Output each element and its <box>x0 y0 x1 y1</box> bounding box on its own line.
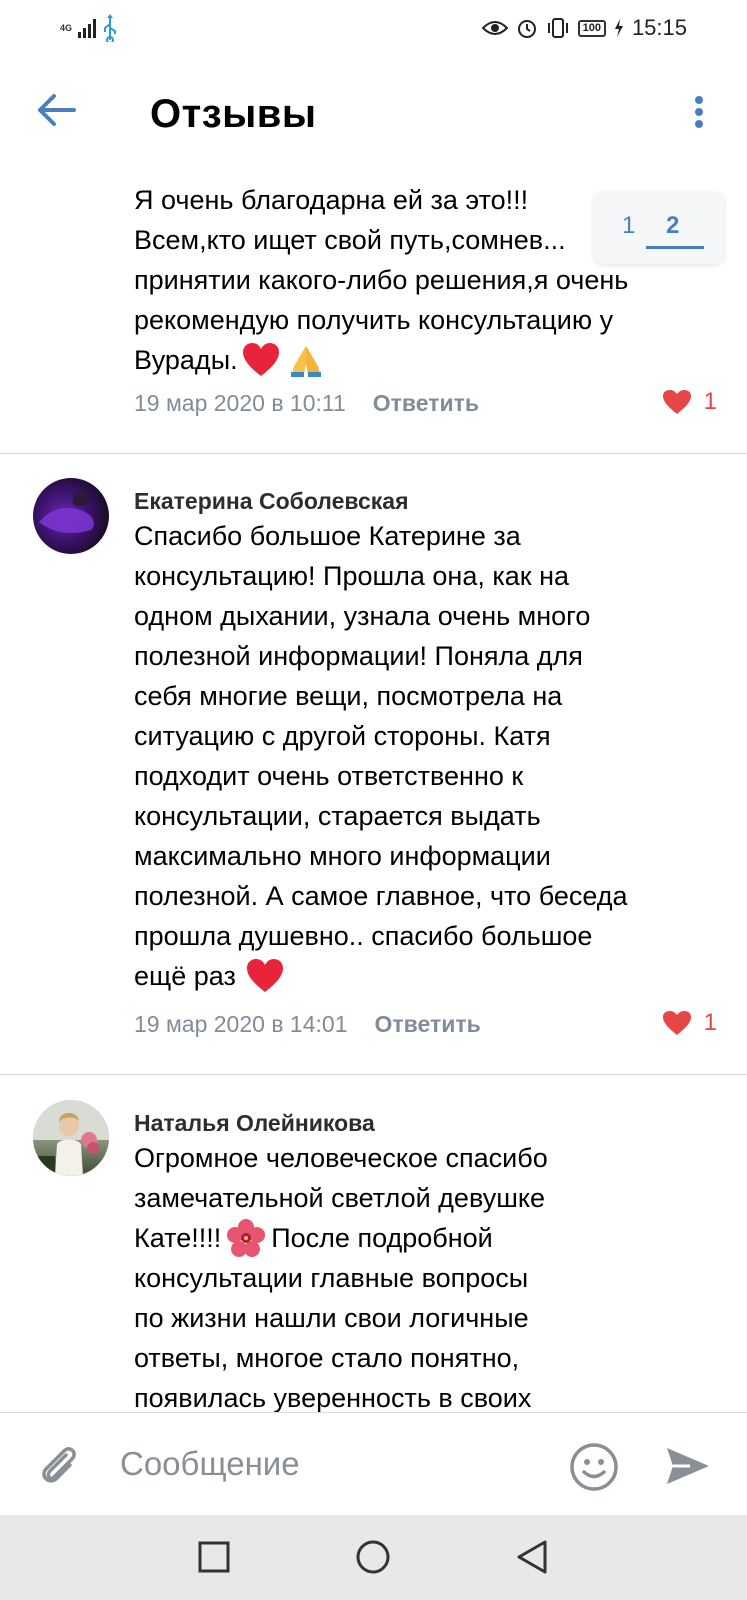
status-icons: 100 15:15 <box>481 15 687 41</box>
message-composer <box>0 1412 747 1515</box>
signal-icon <box>78 18 97 38</box>
comment-text-line: Огромное человеческое спасибо <box>134 1143 548 1173</box>
comment-text-line: Вурады. <box>134 340 324 380</box>
like-button[interactable]: 1 <box>662 1009 717 1037</box>
comment-text-line: прошла душевно.. спасибо большое <box>134 921 593 951</box>
page-switcher: 1 2 <box>594 192 724 264</box>
comment-text-line: ситуацию с другой стороны. Катя <box>134 721 551 751</box>
avatar-image <box>39 491 94 533</box>
comment-date: 19 мар 2020 в 14:01 <box>134 1011 348 1037</box>
heart-filled-icon <box>662 390 691 414</box>
back-button[interactable] <box>32 86 80 134</box>
like-count: 1 <box>703 1009 717 1036</box>
emoji-button[interactable] <box>568 1441 620 1493</box>
comment-text-line: консультацию! Прошла она, как на <box>134 561 570 591</box>
attach-button[interactable] <box>36 1443 82 1489</box>
signal-area: 4G <box>60 14 118 42</box>
page-1-button[interactable]: 1 <box>622 212 635 240</box>
comment-text-line: одном дыхании, узнала очень много <box>134 601 591 631</box>
comment-text-line: консультации главные вопросы <box>134 1263 529 1293</box>
comment-meta: 19 мар 2020 в 10:11 Ответить <box>134 390 479 417</box>
hibiscus-emoji-icon <box>227 1219 266 1257</box>
reply-button[interactable]: Ответить <box>373 390 479 417</box>
battery-icon: 100 <box>577 19 606 37</box>
praying-hands-emoji-icon <box>290 346 321 377</box>
comment-text-line: Всем,кто ищет свой путь,сомнев... <box>134 225 566 255</box>
comment-text-line: подходит очень ответственно к <box>134 761 524 791</box>
circle-icon <box>356 1540 390 1574</box>
comment-text-line: себя многие вещи, посмотрела на <box>134 681 563 711</box>
comment-text-line: Я очень благодарна ей за это!!! <box>134 185 529 215</box>
send-icon <box>667 1448 709 1484</box>
smile-icon <box>570 1443 618 1491</box>
comment-text-fragment: Кате!!!! <box>134 1223 222 1253</box>
paperclip-icon <box>42 1447 76 1483</box>
comment-text-line: замечательной светлой девушке <box>134 1183 545 1213</box>
network-type: 4G <box>60 22 73 33</box>
comment-date: 19 мар 2020 в 10:11 <box>134 390 346 416</box>
heart-filled-icon <box>662 1011 691 1035</box>
comment-text-line: максимально много информации <box>134 841 551 871</box>
more-menu-button[interactable] <box>689 92 709 132</box>
more-dot <box>695 96 703 104</box>
comments-list[interactable]: Я очень благодарна ей за это!!! Всем,кто… <box>0 158 747 1412</box>
avatar[interactable] <box>33 1100 109 1176</box>
system-navigation-bar <box>0 1515 747 1600</box>
message-input[interactable] <box>120 1441 540 1487</box>
comment-author[interactable]: Наталья Олейникова <box>134 1110 375 1137</box>
eye-icon <box>481 21 508 35</box>
heart-emoji-icon <box>246 959 283 992</box>
alarm-icon <box>517 20 536 38</box>
comment-text-fragment: ещё раз <box>134 961 236 991</box>
app-header: Отзывы <box>0 58 747 158</box>
comment-text-line: Кате!!!! После подробной <box>134 1218 493 1258</box>
comment-text-line: полезной. А самое главное, что беседа <box>134 881 628 911</box>
status-bar: 4G 100 15:15 <box>0 0 747 58</box>
clock: 15:15 <box>631 15 687 40</box>
reply-button[interactable]: Ответить <box>374 1011 480 1038</box>
avatar[interactable] <box>33 478 109 554</box>
vibrate-icon <box>547 18 568 38</box>
heart-emoji-icon <box>242 343 279 376</box>
comment-text-line: по жизни нашли свои логичные <box>134 1303 529 1333</box>
comment-text-line: рекомендую получить консультацию у <box>134 305 614 335</box>
page-2-button[interactable]: 2 <box>666 212 679 240</box>
comment-author[interactable]: Екатерина Соболевская <box>134 488 408 515</box>
arrow-left-icon <box>38 94 76 126</box>
active-page-indicator <box>646 246 704 249</box>
comment-text-line: принятии какого-либо решения,я очень <box>134 265 629 295</box>
more-dot <box>695 108 703 116</box>
recents-button[interactable] <box>194 1537 234 1577</box>
comment-text-fragment: После подробной <box>271 1223 493 1253</box>
comment-text-line: ещё раз <box>134 956 284 996</box>
page-title: Отзывы <box>150 92 317 136</box>
comment-divider <box>0 453 747 454</box>
usb-icon <box>104 14 117 42</box>
avatar-image <box>33 1100 109 1176</box>
home-button[interactable] <box>353 1537 393 1577</box>
send-button[interactable] <box>664 1443 712 1489</box>
more-dot <box>695 120 703 128</box>
comment-divider <box>0 1074 747 1075</box>
triangle-back-icon <box>517 1540 547 1574</box>
like-button[interactable]: 1 <box>662 388 717 416</box>
charging-icon <box>614 19 623 37</box>
comment-text-line: Спасибо большое Катерине за <box>134 521 521 551</box>
square-icon <box>198 1541 230 1573</box>
comment-text-line: консультации, старается выдать <box>134 801 541 831</box>
comment-text-fragment: Вурады. <box>134 345 238 375</box>
comment-text-line: ответы, многое стало понятно, <box>134 1343 520 1373</box>
comment-text-line: полезной информации! Поняла для <box>134 641 583 671</box>
like-count: 1 <box>703 388 717 415</box>
comment-text-line: появилась уверенность в своих <box>134 1383 532 1412</box>
comment-meta: 19 мар 2020 в 14:01 Ответить <box>134 1011 481 1038</box>
back-nav-button[interactable] <box>512 1537 552 1577</box>
